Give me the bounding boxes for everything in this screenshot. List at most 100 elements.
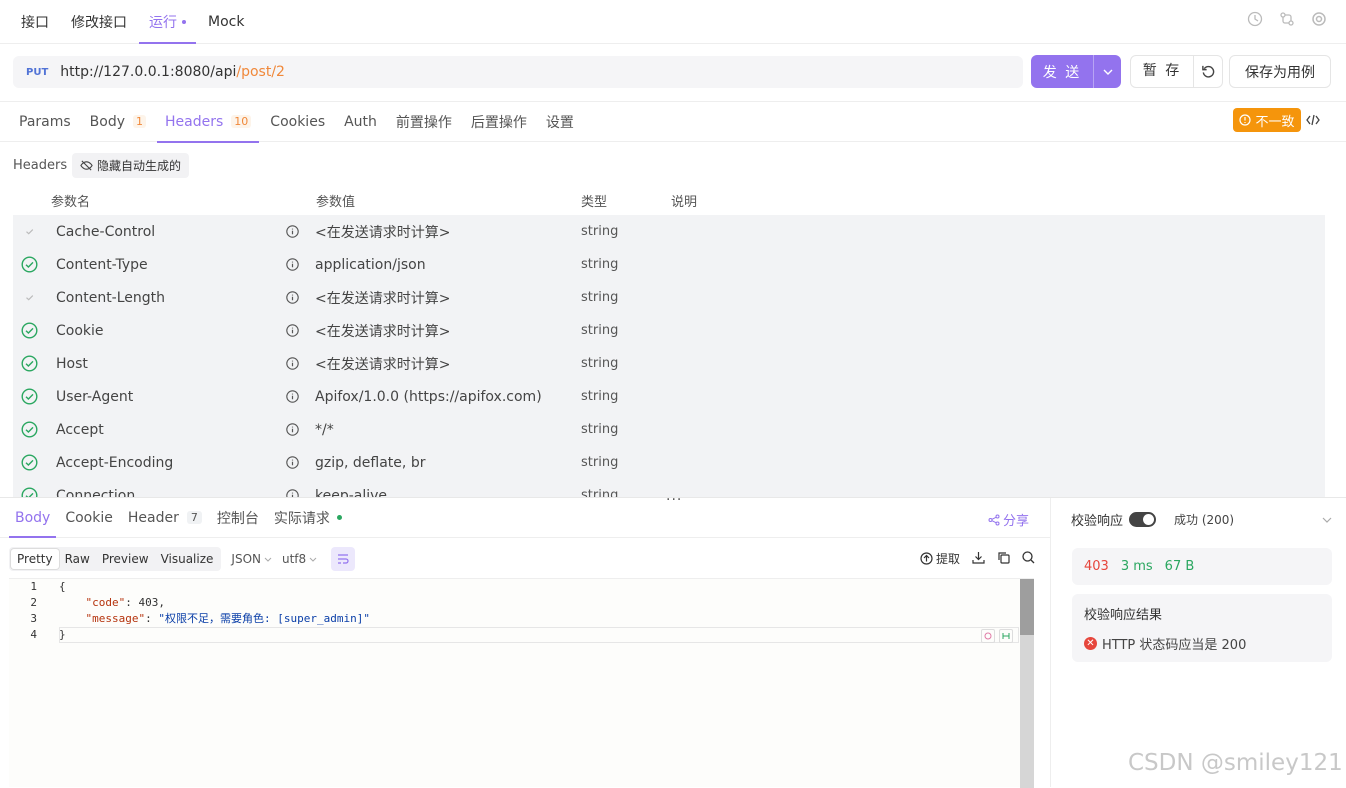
info-icon[interactable] <box>286 456 299 469</box>
table-row[interactable]: Content-Length <在发送请求时计算> string <box>13 281 1325 314</box>
header-value[interactable]: */* <box>315 422 334 438</box>
response-editor[interactable]: 1 2 3 4 { "code": 403, "message": "权限不足，… <box>9 578 1034 788</box>
save-button[interactable]: 暂 存 <box>1131 56 1194 87</box>
header-value[interactable]: Apifox/1.0.0 (https://apifox.com) <box>315 389 542 405</box>
table-row[interactable]: Cache-Control <在发送请求时计算> string <box>13 215 1325 248</box>
header-type[interactable]: string <box>581 422 618 437</box>
url-bar[interactable]: PUT http://127.0.0.1:8080/api/post/2 <box>13 56 1023 88</box>
code-icon[interactable] <box>1306 113 1320 131</box>
save-as-case-button[interactable]: 保存为用例 <box>1229 55 1331 88</box>
tab-mock[interactable]: Mock <box>198 0 254 44</box>
tab-actual-request[interactable]: 实际请求 <box>268 498 348 537</box>
header-name[interactable]: Accept <box>56 422 104 438</box>
url-input[interactable]: http://127.0.0.1:8080/api/post/2 <box>60 64 285 80</box>
header-value[interactable]: <在发送请求时计算> <box>315 288 450 308</box>
info-icon[interactable] <box>286 258 299 271</box>
wrap-lines-icon[interactable] <box>331 547 356 571</box>
download-icon[interactable] <box>972 551 985 567</box>
header-name[interactable]: Content-Length <box>56 290 165 306</box>
checked-icon[interactable] <box>21 487 38 497</box>
header-name[interactable]: Connection <box>56 488 135 498</box>
header-value[interactable]: gzip, deflate, br <box>315 455 425 471</box>
auto-check-icon[interactable] <box>21 289 38 306</box>
extract-button[interactable]: 提取 <box>920 550 960 567</box>
header-name[interactable]: Content-Type <box>56 257 148 273</box>
header-value[interactable]: <在发送请求时计算> <box>315 354 450 374</box>
tab-params[interactable]: Params <box>11 102 79 142</box>
copy-icon[interactable] <box>997 551 1010 567</box>
reset-icon[interactable] <box>1194 64 1222 79</box>
tab-response-header[interactable]: Header 7 <box>122 498 208 537</box>
chevron-down-icon[interactable] <box>1322 512 1332 527</box>
tab-cookies[interactable]: Cookies <box>262 102 333 142</box>
tab-body[interactable]: Body 1 <box>82 102 154 142</box>
header-type[interactable]: string <box>581 455 618 470</box>
view-raw[interactable]: Raw <box>59 549 96 569</box>
view-visualize[interactable]: Visualize <box>155 549 220 569</box>
settings-icon[interactable] <box>1310 10 1328 28</box>
info-icon[interactable] <box>286 225 299 238</box>
history-icon[interactable] <box>1246 10 1264 28</box>
tab-post-ops[interactable]: 后置操作 <box>463 102 535 142</box>
header-type[interactable]: string <box>581 323 618 338</box>
header-name[interactable]: User-Agent <box>56 389 133 405</box>
send-button[interactable]: 发 送 <box>1031 55 1121 88</box>
checked-icon[interactable] <box>21 454 38 471</box>
header-value[interactable]: keep-alive <box>315 488 387 498</box>
tab-pre-ops[interactable]: 前置操作 <box>388 102 460 142</box>
format-select[interactable]: JSON <box>231 552 272 566</box>
tab-run[interactable]: 运行 <box>139 0 196 44</box>
info-icon[interactable] <box>286 324 299 337</box>
checked-icon[interactable] <box>21 355 38 372</box>
view-pretty[interactable]: Pretty <box>11 549 59 569</box>
header-value[interactable]: <在发送请求时计算> <box>315 321 450 341</box>
checked-icon[interactable] <box>21 256 38 273</box>
auto-check-icon[interactable] <box>21 223 38 240</box>
chevron-down-icon[interactable] <box>1093 55 1121 88</box>
header-name[interactable]: Cache-Control <box>56 224 155 240</box>
tab-response-cookie[interactable]: Cookie <box>59 498 119 537</box>
format-icon[interactable] <box>999 629 1013 643</box>
expected-status-select[interactable]: 成功 (200) <box>1174 511 1234 528</box>
header-type[interactable]: string <box>581 356 618 371</box>
editor-scroll-thumb[interactable] <box>1020 579 1034 635</box>
inconsistent-button[interactable]: 不一致 <box>1233 108 1301 132</box>
table-row[interactable]: User-Agent Apifox/1.0.0 (https://apifox.c… <box>13 380 1325 413</box>
header-type[interactable]: string <box>581 389 618 404</box>
table-row[interactable]: Host <在发送请求时计算> string <box>13 347 1325 380</box>
checked-icon[interactable] <box>21 421 38 438</box>
table-row[interactable]: Cookie <在发送请求时计算> string <box>13 314 1325 347</box>
table-row[interactable]: Accept */* string <box>13 413 1325 446</box>
method-badge[interactable]: PUT <box>26 67 48 78</box>
info-icon[interactable] <box>286 489 299 497</box>
table-row[interactable]: Accept-Encoding gzip, deflate, br string <box>13 446 1325 479</box>
tab-headers[interactable]: Headers 10 <box>157 102 260 143</box>
validate-toggle[interactable] <box>1129 512 1157 527</box>
locate-icon[interactable] <box>981 629 995 643</box>
table-row[interactable]: Content-Type application/json string <box>13 248 1325 281</box>
header-name[interactable]: Cookie <box>56 323 104 339</box>
tab-console[interactable]: 控制台 <box>211 498 265 537</box>
tab-interface[interactable]: 接口 <box>11 0 59 44</box>
info-icon[interactable] <box>286 423 299 436</box>
tab-auth[interactable]: Auth <box>336 102 385 142</box>
checked-icon[interactable] <box>21 322 38 339</box>
header-value[interactable]: application/json <box>315 257 426 273</box>
view-preview[interactable]: Preview <box>96 549 155 569</box>
flow-icon[interactable] <box>1278 10 1296 28</box>
tab-settings[interactable]: 设置 <box>538 102 582 142</box>
header-name[interactable]: Host <box>56 356 88 372</box>
header-type[interactable]: string <box>581 224 618 239</box>
search-icon[interactable] <box>1022 550 1035 567</box>
encoding-select[interactable]: utf8 <box>282 552 317 566</box>
header-type[interactable]: string <box>581 290 618 305</box>
info-icon[interactable] <box>286 390 299 403</box>
header-type[interactable]: string <box>581 257 618 272</box>
header-name[interactable]: Accept-Encoding <box>56 455 173 471</box>
info-icon[interactable] <box>286 357 299 370</box>
tab-response-body[interactable]: Body <box>9 498 57 538</box>
hide-auto-generated-button[interactable]: 隐藏自动生成的 <box>72 153 190 178</box>
info-icon[interactable] <box>286 291 299 304</box>
header-type[interactable]: string <box>581 488 618 497</box>
checked-icon[interactable] <box>21 388 38 405</box>
